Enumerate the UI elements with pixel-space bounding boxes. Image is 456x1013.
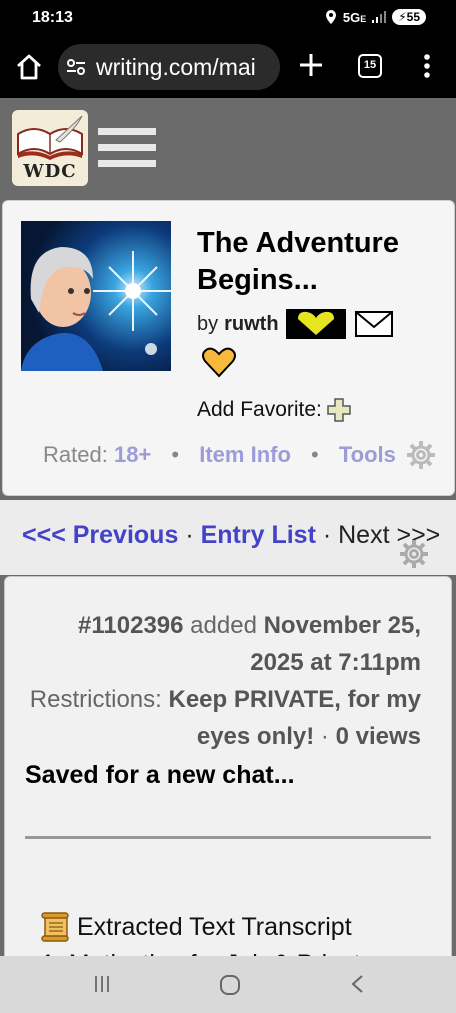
transcript-title: Extracted Text Transcript: [39, 911, 352, 943]
entry-nav-links: <<< Previous · Entry List · Next >>>: [22, 521, 440, 550]
hamburger-icon[interactable]: [98, 128, 156, 168]
nav-separator: ·: [185, 521, 194, 549]
transcript-title-text: Extracted Text Transcript: [77, 912, 352, 941]
home-icon[interactable]: [14, 52, 44, 82]
overflow-menu-icon[interactable]: [418, 52, 436, 80]
browser-toolbar: writing.com/mai 15: [0, 36, 456, 98]
entry-heading: Saved for a new chat...: [25, 761, 295, 789]
author-link[interactable]: ruwth: [224, 313, 278, 336]
separator: •: [311, 442, 319, 467]
item-info-link[interactable]: Item Info: [199, 442, 291, 467]
nav-separator: ·: [322, 521, 332, 549]
location-icon: [325, 10, 336, 24]
separator: •: [171, 442, 180, 467]
entry-list-link[interactable]: Entry List: [201, 521, 316, 549]
entry-date: November 25, 2025 at 7:11pm: [250, 612, 421, 676]
status-icons: 5GE ⚡55: [325, 9, 426, 25]
gear-icon[interactable]: [398, 538, 430, 570]
item-meta-row: Rated: 18+ • Item Info • Tools: [43, 442, 396, 468]
rated-label: Rated:: [43, 442, 108, 467]
tune-icon[interactable]: [66, 57, 86, 77]
previous-link[interactable]: <<< Previous: [22, 521, 178, 549]
entry-navigation: <<< Previous · Entry List · Next >>>: [0, 500, 456, 575]
view-count: 0 views: [335, 723, 421, 750]
item-header-card: The Adventure Begins... by ruwth Add Fav…: [2, 200, 455, 496]
entry-card: #1102396 added November 25, 2025 at 7:11…: [4, 576, 452, 966]
rating-link[interactable]: 18+: [114, 442, 151, 467]
url-text: writing.com/mai: [96, 54, 256, 80]
tools-link[interactable]: Tools: [339, 442, 396, 467]
home-circle-icon[interactable]: [219, 974, 241, 996]
heart-icon[interactable]: [201, 345, 237, 379]
author-avatar[interactable]: [21, 221, 171, 371]
item-title: The Adventure Begins...: [197, 227, 399, 296]
recents-icon[interactable]: [92, 974, 112, 994]
site-header: WDC: [0, 98, 456, 198]
by-label: by: [197, 312, 219, 335]
battery-indicator: ⚡55: [392, 9, 426, 25]
restrictions-label: Restrictions:: [29, 686, 162, 713]
heart-badge-icon[interactable]: [285, 309, 346, 339]
network-type: 5GE: [342, 9, 367, 25]
site-logo[interactable]: WDC: [12, 110, 88, 186]
mail-icon[interactable]: [354, 309, 394, 339]
divider: [25, 836, 431, 839]
logo-lettering: WDC: [23, 161, 77, 182]
gear-icon[interactable]: [405, 439, 437, 471]
added-label: added: [190, 612, 257, 639]
address-bar[interactable]: writing.com/mai: [58, 44, 280, 90]
entry-meta: #1102396 added November 25, 2025 at 7:11…: [21, 607, 421, 755]
book-quill-icon: [17, 115, 83, 160]
new-tab-plus-icon[interactable]: [297, 51, 325, 79]
entry-id: #1102396: [78, 612, 184, 639]
signal-icon: [372, 11, 387, 23]
meta-separator: ·: [320, 723, 329, 750]
system-navigation-bar: [0, 956, 456, 1013]
status-time: 18:13: [32, 9, 73, 26]
status-bar: 18:13 5GE ⚡55: [0, 0, 456, 36]
add-favorite[interactable]: Add Favorite:: [197, 397, 352, 423]
back-icon[interactable]: [348, 974, 368, 994]
scroll-icon: [41, 912, 69, 942]
tabs-icon[interactable]: 15: [358, 54, 382, 78]
byline: by ruwth: [197, 309, 394, 339]
add-plus-icon[interactable]: [326, 397, 352, 423]
add-favorite-label: Add Favorite:: [197, 398, 322, 421]
